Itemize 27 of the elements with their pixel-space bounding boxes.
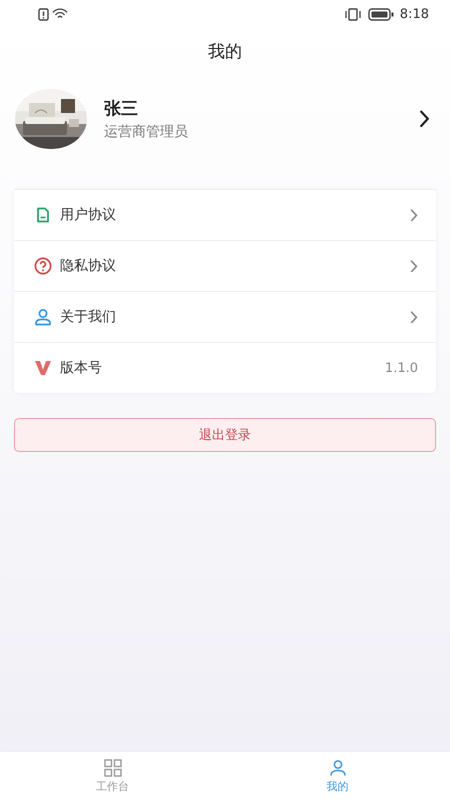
question-icon bbox=[34, 257, 52, 275]
menu-label: 版本号 bbox=[60, 359, 103, 377]
menu-label: 用户协议 bbox=[60, 206, 117, 224]
sim-alert-icon bbox=[38, 8, 70, 20]
vibrate-icon bbox=[344, 8, 362, 20]
chevron-right-icon bbox=[410, 208, 418, 222]
menu-label: 隐私协议 bbox=[60, 257, 117, 275]
document-icon bbox=[35, 207, 51, 223]
user-name: 张三 bbox=[104, 98, 139, 120]
person-icon bbox=[34, 308, 52, 326]
chevron-right-icon bbox=[410, 310, 418, 324]
status-time: 8:18 bbox=[400, 6, 429, 22]
menu-label: 关于我们 bbox=[60, 308, 117, 326]
chevron-right-icon bbox=[410, 260, 418, 272]
battery-icon bbox=[368, 8, 394, 20]
user-role: 运营商管理员 bbox=[104, 123, 189, 141]
menu-item[interactable]: 用户协议 bbox=[14, 189, 436, 240]
menu-item[interactable]: 版本号 1.1.0 bbox=[14, 342, 436, 393]
page-title: 我的 bbox=[208, 40, 242, 62]
menu-item[interactable]: 隐私协议 bbox=[14, 240, 436, 291]
version-value: 1.1.0 bbox=[384, 360, 418, 376]
logout-button[interactable]: 退出登录 bbox=[14, 418, 436, 452]
chevron-right-icon bbox=[419, 110, 430, 128]
menu-item[interactable]: 关于我们 bbox=[14, 291, 436, 342]
grid-icon bbox=[104, 758, 122, 776]
person-icon bbox=[328, 758, 346, 776]
v-logo-icon bbox=[35, 361, 51, 375]
